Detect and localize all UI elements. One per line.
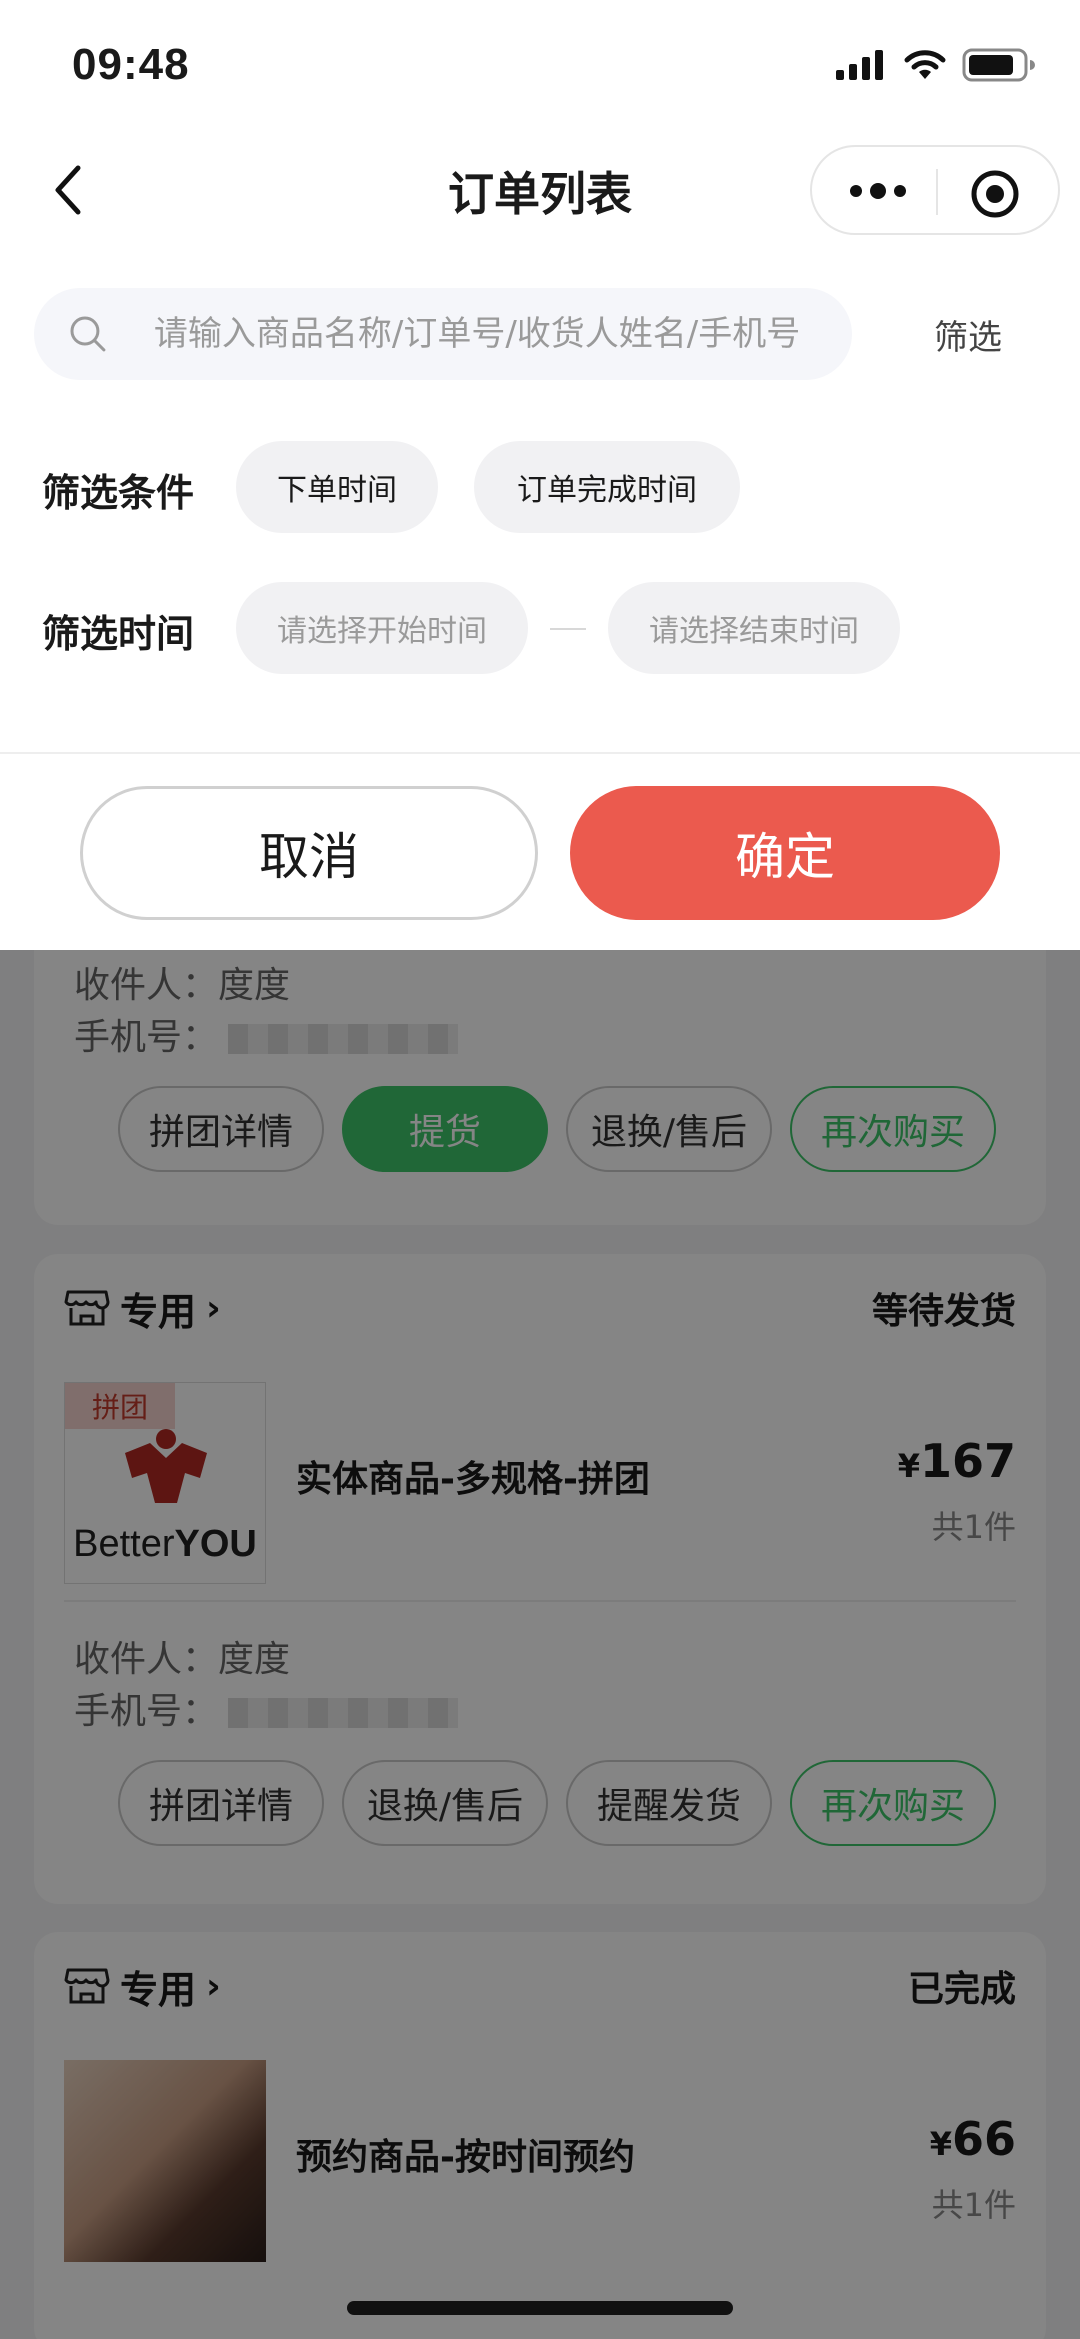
search-bar [34,288,852,380]
divider [0,752,1080,754]
cancel-button[interactable]: 取消 [80,786,538,920]
range-dash [550,628,586,630]
miniprogram-capsule [810,145,1060,235]
search-input[interactable] [153,314,852,354]
confirm-button[interactable]: 确定 [570,786,1000,920]
search-icon [70,316,106,352]
close-target-icon[interactable] [970,169,1020,219]
status-bar: 09:48 [0,0,1080,130]
end-time-picker[interactable]: 请选择结束时间 [608,582,900,674]
complete-time-chip[interactable]: 订单完成时间 [474,441,740,533]
wifi-icon [904,50,946,79]
battery-icon [962,48,1035,82]
start-time-picker[interactable]: 请选择开始时间 [236,582,528,674]
status-time: 09:48 [72,40,190,89]
capsule-divider [936,169,938,215]
condition-label: 筛选条件 [42,471,195,515]
nav-bar: 订单列表 [0,130,1080,250]
filter-button[interactable]: 筛选 [934,310,1002,359]
modal-backdrop[interactable] [0,950,1080,2339]
status-icons [836,48,1036,82]
home-indicator [347,2301,733,2315]
filter-panel: 09:48 订单列表 请输入商品名称/订单号/收货人姓名/手机号 筛选 筛选条件… [0,0,1080,950]
time-label: 筛选时间 [42,612,195,656]
more-icon[interactable] [848,173,908,209]
signal-icon [836,50,883,80]
order-time-chip[interactable]: 下单时间 [236,441,438,533]
